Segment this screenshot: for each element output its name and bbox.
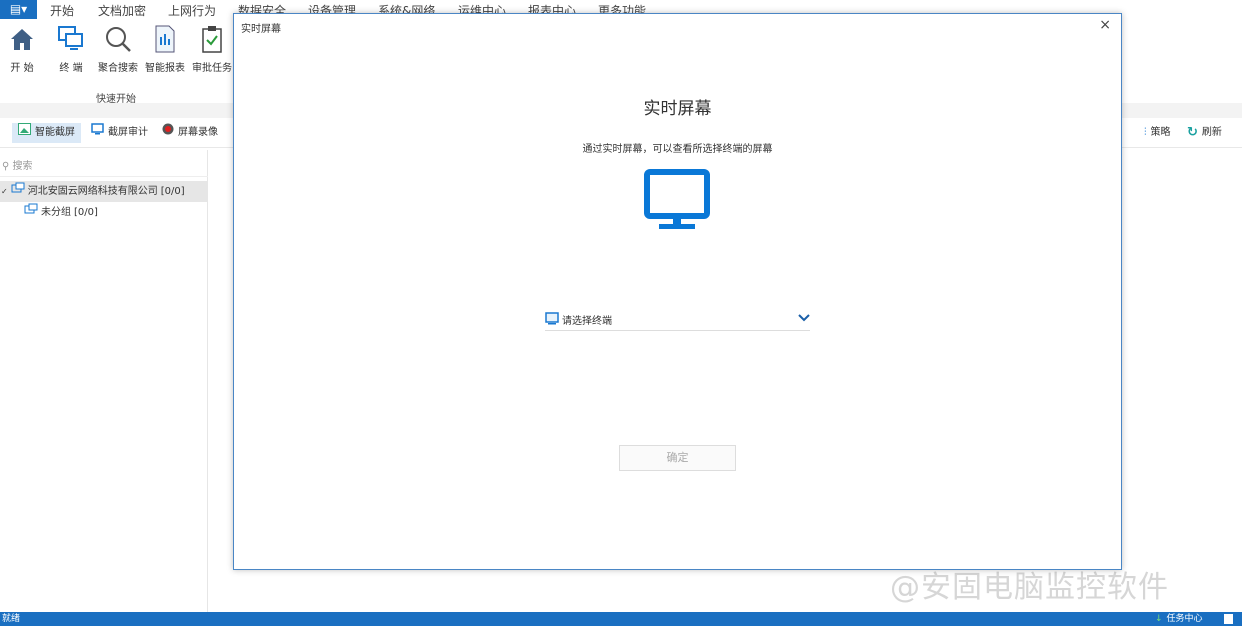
download-arrow-icon: ↓	[1155, 614, 1163, 624]
menu-web-behavior[interactable]: 上网行为	[168, 2, 216, 19]
ribbon-approval-button[interactable]: 审批任务	[190, 24, 234, 74]
close-icon[interactable]: ×	[1099, 17, 1111, 33]
panel-icon[interactable]	[1224, 614, 1233, 624]
policy-button[interactable]: ⫶ 策略	[1138, 123, 1177, 143]
report-icon	[143, 24, 187, 54]
confirm-button[interactable]: 确定	[619, 445, 736, 471]
status-text: 就绪	[2, 614, 21, 624]
terminal-icon	[49, 24, 93, 54]
app-menu-button[interactable]: ▤▾	[0, 0, 37, 19]
refresh-button[interactable]: ↻ 刷新	[1181, 123, 1228, 143]
smart-screenshot-button[interactable]: 智能截屏	[12, 123, 81, 143]
ribbon-terminal-button[interactable]: 终 端	[49, 24, 93, 74]
screen-record-button[interactable]: 屏幕录像	[156, 123, 224, 143]
group-icon	[11, 181, 25, 202]
ribbon-report-button[interactable]: 智能报表	[143, 24, 187, 74]
home-icon	[0, 24, 44, 54]
record-icon	[162, 123, 174, 143]
status-bar: 就绪 ↓ 任务中心	[0, 612, 1242, 626]
chevron-down-icon: ✓	[1, 187, 8, 196]
menu-doc-encrypt[interactable]: 文档加密	[98, 2, 146, 19]
ribbon-search-button[interactable]: 聚合搜索	[96, 24, 140, 74]
search-icon	[96, 24, 140, 54]
chevron-down-icon	[798, 314, 810, 325]
monitor-icon	[91, 123, 104, 143]
dialog-heading: 实时屏幕	[643, 99, 712, 119]
image-icon	[18, 123, 31, 143]
sliders-icon: ⫶	[1144, 127, 1147, 138]
tree-item-company[interactable]: ✓ 河北安固云网络科技有限公司 [0/0]	[0, 181, 208, 202]
refresh-icon: ↻	[1187, 125, 1198, 140]
task-center-button[interactable]: ↓ 任务中心	[1155, 612, 1203, 626]
dialog-title: 实时屏幕	[241, 24, 281, 35]
search-icon: ⚲	[2, 161, 10, 172]
realtime-screen-dialog: 实时屏幕 × 实时屏幕 通过实时屏幕，可以查看所选择终端的屏幕 请选择终端 确定	[233, 13, 1122, 570]
terminal-icon	[545, 311, 559, 328]
clipboard-check-icon	[190, 24, 234, 54]
group-icon	[24, 202, 38, 223]
monitor-icon	[644, 169, 710, 234]
screenshot-audit-button[interactable]: 截屏审计	[85, 123, 154, 143]
dialog-subtitle: 通过实时屏幕，可以查看所选择终端的屏幕	[582, 144, 773, 155]
ribbon-start-button[interactable]: 开 始	[0, 24, 44, 74]
terminal-select[interactable]: 请选择终端	[545, 309, 810, 331]
tree-item-ungrouped[interactable]: 未分组 [0/0]	[24, 202, 98, 223]
search-input[interactable]: ⚲ 搜索	[0, 157, 208, 177]
